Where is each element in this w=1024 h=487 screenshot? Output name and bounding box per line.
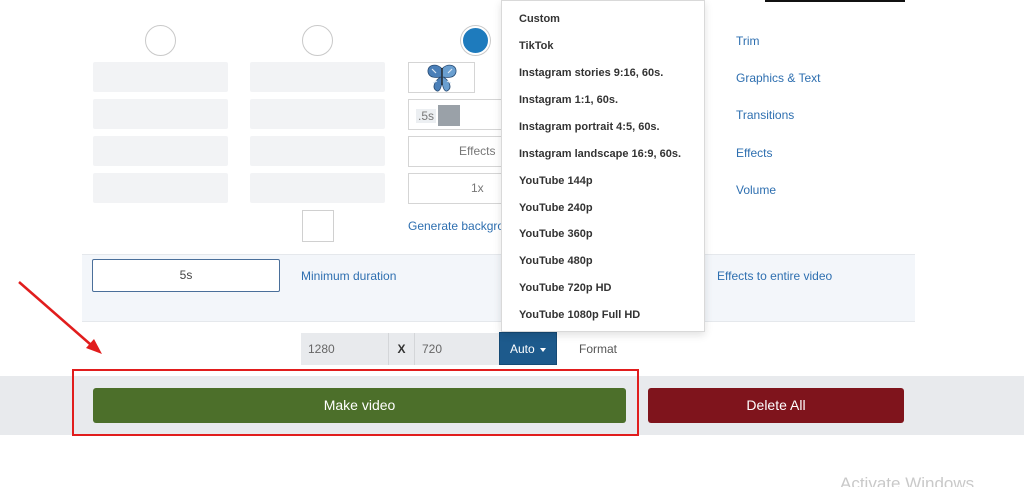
- placeholder-field: [250, 62, 385, 92]
- format-option-instagram-stories[interactable]: Instagram stories 9:16, 60s.: [519, 67, 663, 79]
- format-dropdown-label: Auto: [510, 342, 535, 356]
- caret-down-icon: [539, 347, 546, 352]
- annotation-highlight-box: [72, 369, 639, 436]
- minimum-duration-link[interactable]: Minimum duration: [301, 269, 396, 283]
- format-option-youtube-144p[interactable]: YouTube 144p: [519, 175, 593, 187]
- minimum-duration-input[interactable]: 5s: [92, 259, 280, 292]
- placeholder-field: [250, 173, 385, 203]
- slide-duration-value: .5s: [416, 109, 437, 123]
- format-option-instagram-landscape[interactable]: Instagram landscape 16:9, 60s.: [519, 148, 681, 160]
- placeholder-field: [93, 173, 228, 203]
- option-radio-3-selected[interactable]: [461, 26, 490, 55]
- format-dropdown-menu: Custom TikTok Instagram stories 9:16, 60…: [501, 0, 705, 332]
- format-option-youtube-360p[interactable]: YouTube 360p: [519, 228, 593, 240]
- generate-background-link[interactable]: Generate background: [408, 219, 501, 233]
- slide-thumbnail[interactable]: [408, 62, 475, 93]
- graphics-text-link[interactable]: Graphics & Text: [736, 71, 820, 85]
- format-option-youtube-720p[interactable]: YouTube 720p HD: [519, 282, 612, 294]
- top-divider: [765, 0, 905, 2]
- format-option-youtube-240p[interactable]: YouTube 240p: [519, 202, 593, 214]
- dimension-separator: X: [388, 333, 415, 365]
- slide-duration-field[interactable]: .5s: [408, 99, 503, 130]
- format-option-youtube-1080p[interactable]: YouTube 1080p Full HD: [519, 309, 640, 321]
- effects-entire-video-link[interactable]: Effects to entire video: [717, 269, 832, 283]
- format-option-youtube-480p[interactable]: YouTube 480p: [519, 255, 593, 267]
- effects-link[interactable]: Effects: [736, 146, 772, 160]
- format-option-custom[interactable]: Custom: [519, 13, 560, 25]
- delete-all-button[interactable]: Delete All: [648, 388, 904, 423]
- butterfly-icon: [427, 64, 457, 92]
- annotation-arrow-icon: [18, 281, 102, 354]
- transitions-link[interactable]: Transitions: [736, 108, 794, 122]
- format-option-tiktok[interactable]: TikTok: [519, 40, 553, 52]
- format-option-instagram-portrait[interactable]: Instagram portrait 4:5, 60s.: [519, 121, 660, 133]
- format-option-instagram-square[interactable]: Instagram 1:1, 60s.: [519, 94, 618, 106]
- option-radio-2[interactable]: [302, 25, 333, 56]
- format-label: Format: [579, 342, 618, 356]
- duration-color-swatch[interactable]: [438, 105, 460, 126]
- trim-link[interactable]: Trim: [736, 34, 760, 48]
- width-input[interactable]: 1280: [301, 333, 388, 365]
- placeholder-field: [93, 62, 228, 92]
- slide-speed-button[interactable]: 1x: [408, 173, 503, 204]
- placeholder-field: [93, 99, 228, 129]
- height-input[interactable]: 720: [415, 333, 499, 365]
- option-radio-1[interactable]: [145, 25, 176, 56]
- format-dropdown-button[interactable]: Auto: [499, 332, 557, 365]
- placeholder-field: [93, 136, 228, 166]
- volume-link[interactable]: Volume: [736, 183, 776, 197]
- slide-checkbox[interactable]: [302, 210, 334, 242]
- placeholder-field: [250, 99, 385, 129]
- activate-windows-watermark: Activate Windows: [840, 474, 975, 487]
- placeholder-field: [250, 136, 385, 166]
- slide-effects-button[interactable]: Effects: [408, 136, 503, 167]
